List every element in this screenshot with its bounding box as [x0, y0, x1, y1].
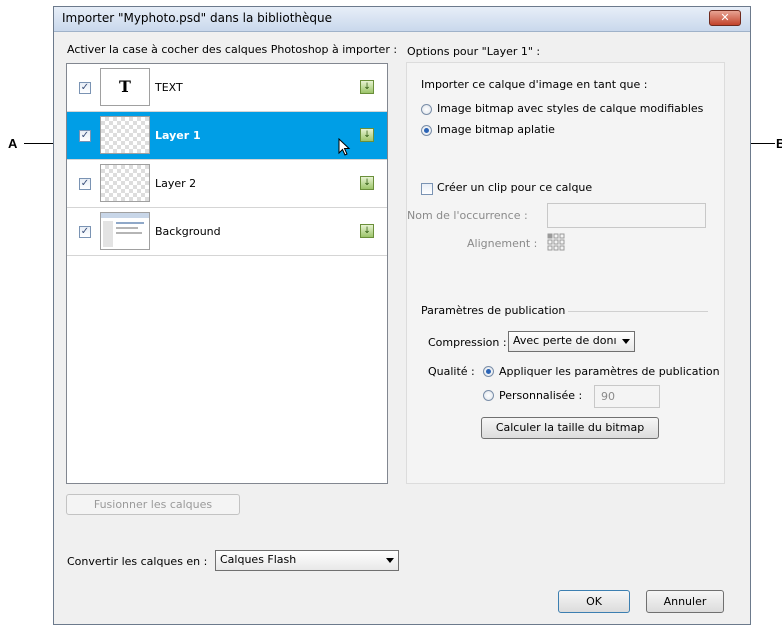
merge-layers-button[interactable]: Fusionner les calques [66, 494, 240, 515]
layer-thumbnail [100, 164, 150, 202]
layer-name: Layer 1 [155, 129, 201, 142]
callout-b-line [751, 143, 775, 144]
convert-layers-value: Calques Flash [220, 553, 297, 566]
layer-name: Background [155, 225, 221, 238]
layer-row-text[interactable]: ✓ T TEXT ↓ [67, 64, 387, 112]
instance-name-input[interactable] [547, 203, 706, 228]
layer-row-background[interactable]: ✓ Background ↓ [67, 208, 387, 256]
cancel-button[interactable]: Annuler [646, 590, 724, 613]
convert-layers-label: Convertir les calques en : [67, 555, 208, 568]
import-to-stage-icon[interactable]: ↓ [360, 224, 374, 238]
create-clip-label: Créer un clip pour ce calque [437, 181, 593, 194]
layer-name: TEXT [155, 81, 183, 94]
mouse-cursor-icon [338, 138, 351, 156]
layer-checkbox[interactable]: ✓ [79, 226, 91, 238]
close-button[interactable]: ✕ [709, 10, 741, 26]
quality-value-input[interactable]: 90 [594, 385, 660, 408]
import-to-stage-icon[interactable]: ↓ [360, 80, 374, 94]
callout-b-label: B [776, 136, 782, 151]
layer-checkbox[interactable]: ✓ [79, 82, 91, 94]
create-clip-checkbox[interactable] [421, 183, 433, 195]
import-to-stage-icon[interactable]: ↓ [360, 128, 374, 142]
quality-label: Qualité : [428, 365, 475, 378]
radio-editable-styles-label: Image bitmap avec styles de calque modif… [437, 102, 704, 115]
import-as-label: Importer ce calque d'image en tant que : [421, 78, 648, 91]
radio-quality-publish[interactable] [483, 366, 494, 377]
layer-thumbnail [100, 116, 150, 154]
radio-quality-custom-label: Personnalisée : [499, 389, 583, 402]
publish-settings-heading: Paramètres de publication [421, 304, 566, 317]
layer-checkbox[interactable]: ✓ [79, 178, 91, 190]
layer-thumbnail: T [100, 68, 150, 106]
publish-settings-divider [568, 311, 708, 312]
layer-row-layer-2[interactable]: ✓ Layer 2 ↓ [67, 160, 387, 208]
radio-flattened-bitmap[interactable] [421, 125, 432, 136]
compression-select[interactable]: Avec perte de donı [508, 331, 635, 352]
layers-instruction-label: Activer la case à cocher des calques Pho… [67, 43, 398, 56]
alignment-label: Alignement : [467, 237, 538, 250]
callout-a-label: A [8, 136, 18, 151]
radio-editable-styles[interactable] [421, 104, 432, 115]
chevron-down-icon [622, 339, 630, 344]
instance-name-label: Nom de l'occurrence : [407, 209, 528, 222]
chevron-down-icon [386, 558, 394, 563]
calculate-bitmap-size-button[interactable]: Calculer la taille du bitmap [481, 417, 659, 439]
ok-button[interactable]: OK [558, 590, 630, 613]
layer-row-layer-1[interactable]: ✓ Layer 1 ↓ [67, 112, 387, 160]
options-title: Options pour "Layer 1" : [407, 45, 541, 58]
layer-name: Layer 2 [155, 177, 197, 190]
alignment-grid-icon[interactable] [547, 233, 565, 251]
window-title: Importer "Myphoto.psd" dans la bibliothè… [62, 11, 332, 25]
layer-checkbox[interactable]: ✓ [79, 130, 91, 142]
callout-a-line [24, 143, 54, 144]
radio-flattened-bitmap-label: Image bitmap aplatie [437, 123, 555, 136]
radio-quality-custom[interactable] [483, 390, 494, 401]
import-to-stage-icon[interactable]: ↓ [360, 176, 374, 190]
radio-quality-publish-label: Appliquer les paramètres de publication [499, 365, 720, 378]
layer-thumbnail [100, 212, 150, 250]
convert-layers-select[interactable]: Calques Flash [215, 550, 399, 571]
compression-value: Avec perte de donı [513, 334, 617, 347]
compression-label: Compression : [428, 336, 507, 349]
